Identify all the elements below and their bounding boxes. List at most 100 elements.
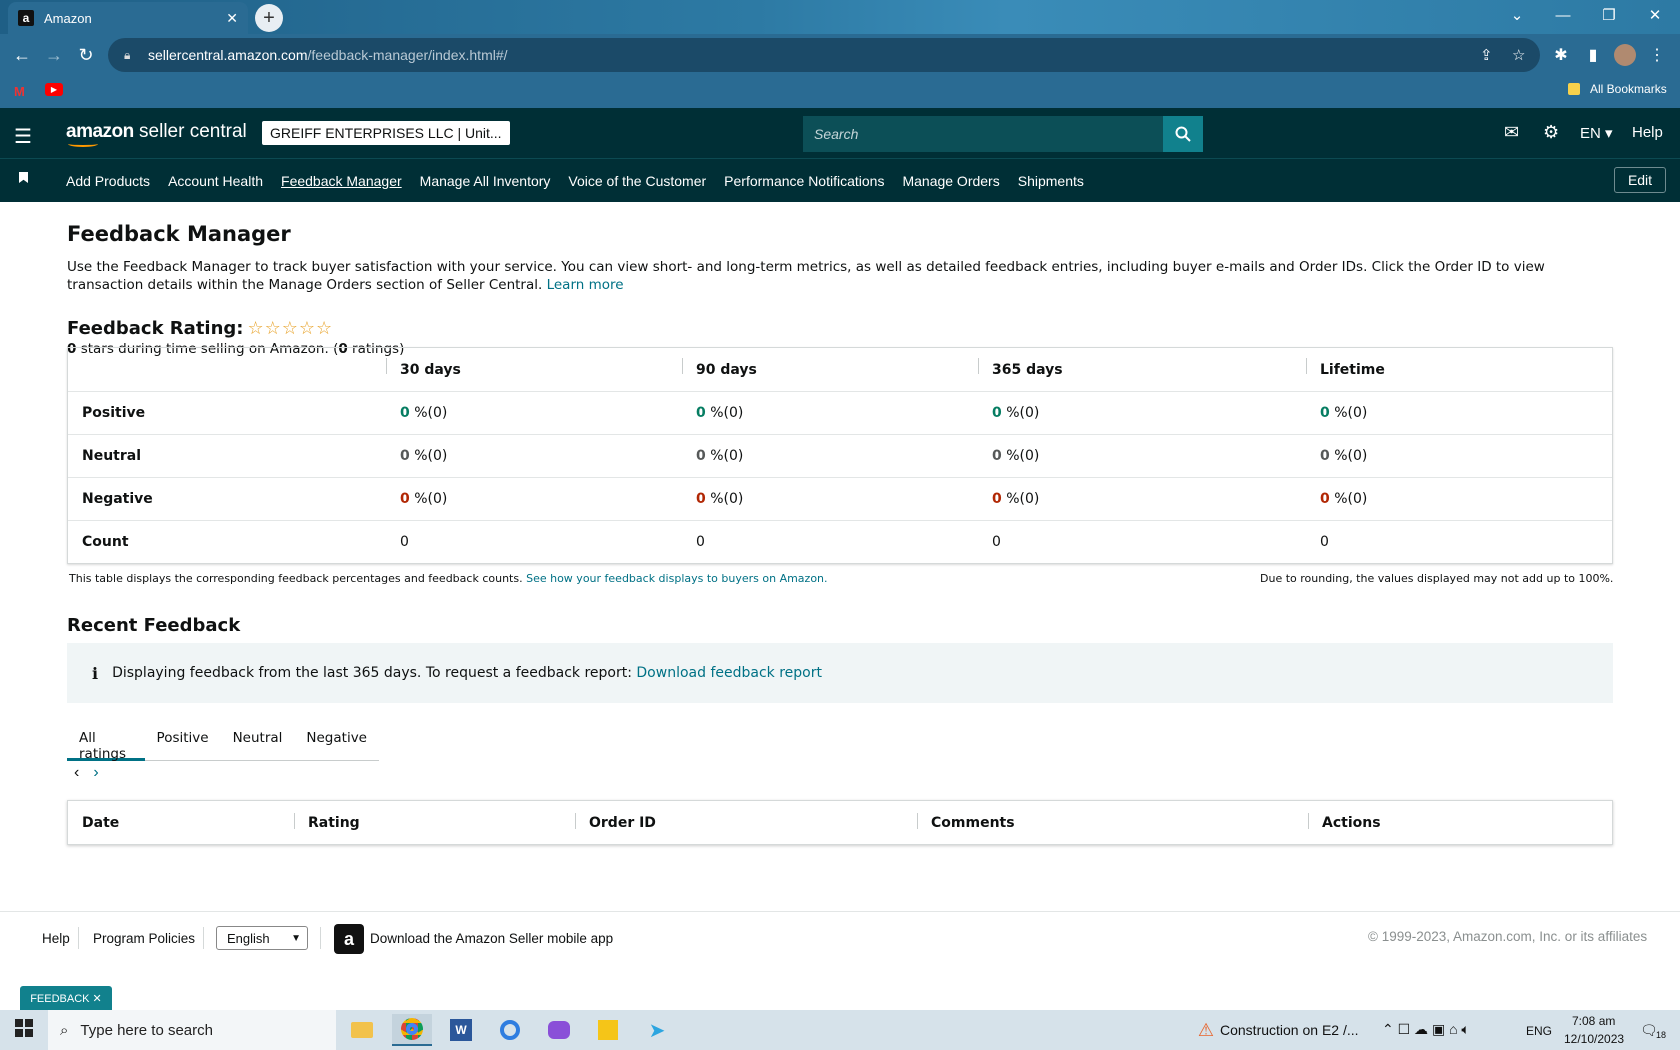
- cell: 0 %(0): [400, 405, 448, 421]
- footer-divider: [78, 927, 79, 949]
- forward-icon[interactable]: →: [40, 42, 68, 68]
- search-button[interactable]: [1163, 116, 1203, 152]
- reload-icon[interactable]: ↻: [72, 42, 100, 68]
- tab-positive[interactable]: Positive: [145, 725, 221, 761]
- row-label: Neutral: [82, 448, 142, 464]
- clock-time[interactable]: 7:08 am: [1572, 1014, 1615, 1028]
- cell: 0 %(0): [400, 448, 448, 464]
- browser-menu-icon[interactable]: ⋮: [1644, 42, 1670, 68]
- language-selector[interactable]: EN ▾: [1580, 124, 1613, 142]
- nav-account-health[interactable]: Account Health: [168, 173, 263, 189]
- download-report-link[interactable]: Download feedback report: [636, 665, 822, 681]
- share-icon[interactable]: ⇪: [1480, 46, 1493, 64]
- telegram-icon[interactable]: ➤: [637, 1014, 677, 1046]
- nav-shipments[interactable]: Shipments: [1018, 173, 1084, 189]
- tab-search-icon[interactable]: ⌄: [1494, 0, 1540, 30]
- copyright: © 1999-2023, Amazon.com, Inc. or its aff…: [1368, 929, 1648, 944]
- copilot-app-icon[interactable]: [490, 1014, 530, 1046]
- file-explorer-icon[interactable]: [342, 1014, 382, 1046]
- settings-gear-icon[interactable]: ⚙: [1543, 122, 1559, 143]
- nav-voice-of-the-customer[interactable]: Voice of the Customer: [568, 173, 706, 189]
- tray-icons[interactable]: ⌃ ☐ ☁ ▣ ⌂ 🔈︎: [1382, 1021, 1470, 1038]
- back-icon[interactable]: ←: [8, 42, 36, 68]
- new-tab-button[interactable]: +: [255, 4, 283, 32]
- col-actions[interactable]: Actions: [1308, 812, 1608, 831]
- news-widget-text[interactable]: Construction on E2 /...: [1220, 1022, 1359, 1038]
- close-tab-icon[interactable]: ✕: [226, 10, 238, 27]
- col-30-days: 30 days: [386, 357, 682, 378]
- nav-add-products[interactable]: Add Products: [66, 173, 150, 189]
- minimize-icon[interactable]: —: [1540, 0, 1586, 30]
- cell: 0 %(0): [992, 491, 1040, 507]
- col-rating[interactable]: Rating: [294, 812, 575, 831]
- chat-app-icon[interactable]: [539, 1014, 579, 1046]
- profile-avatar[interactable]: [1614, 44, 1636, 66]
- table-row-count: Count 0 0 0 0: [68, 520, 1612, 563]
- nav-links: Add Products Account Health Feedback Man…: [66, 173, 1084, 189]
- clock-date[interactable]: 12/10/2023: [1564, 1032, 1624, 1046]
- word-icon[interactable]: W: [441, 1014, 481, 1046]
- nav-manage-orders[interactable]: Manage Orders: [902, 173, 999, 189]
- col-lifetime: Lifetime: [1306, 357, 1612, 378]
- logo-amazon: amazon: [66, 121, 134, 142]
- download-app-link[interactable]: Download the Amazon Seller mobile app: [370, 931, 613, 946]
- info-icon: i: [92, 663, 99, 683]
- next-page-icon[interactable]: ›: [93, 764, 98, 782]
- col-comments[interactable]: Comments: [917, 812, 1308, 831]
- footer-divider: [320, 927, 321, 949]
- side-panel-icon[interactable]: ▮: [1580, 42, 1606, 68]
- input-language[interactable]: ENG: [1526, 1024, 1552, 1038]
- prev-page-icon[interactable]: ‹: [74, 764, 79, 782]
- restore-icon[interactable]: ❐: [1586, 0, 1632, 30]
- footer-language-select[interactable]: English ▼: [216, 926, 308, 950]
- close-window-icon[interactable]: ✕: [1632, 0, 1678, 30]
- tab-negative[interactable]: Negative: [294, 725, 379, 761]
- footer-help-link[interactable]: Help: [42, 931, 70, 946]
- logo-seller-central: seller central: [133, 121, 247, 142]
- all-bookmarks[interactable]: All Bookmarks: [1568, 82, 1667, 96]
- extensions-icon[interactable]: ✱: [1548, 42, 1574, 68]
- nav-manage-all-inventory[interactable]: Manage All Inventory: [420, 173, 551, 189]
- program-policies-link[interactable]: Program Policies: [93, 931, 195, 946]
- edit-nav-button[interactable]: Edit: [1614, 167, 1666, 193]
- search-input[interactable]: Search: [803, 116, 1163, 152]
- col-365-days: 365 days: [978, 357, 1306, 378]
- learn-more-link[interactable]: Learn more: [547, 277, 624, 293]
- mail-icon[interactable]: ✉: [1504, 122, 1519, 143]
- sticky-notes-icon[interactable]: [588, 1014, 628, 1046]
- help-link[interactable]: Help: [1632, 124, 1663, 141]
- feedback-rating-label: Feedback Rating:: [67, 318, 244, 339]
- taskbar-search-placeholder: Type here to search: [80, 1021, 213, 1039]
- col-order-id[interactable]: Order ID: [575, 812, 917, 831]
- hamburger-menu-icon[interactable]: ☰: [14, 124, 32, 149]
- address-bar[interactable]: 🔒︎ sellercentral.amazon.com/feedback-man…: [108, 38, 1540, 72]
- tab-all-ratings[interactable]: All ratings: [67, 725, 145, 762]
- url-path: /feedback-manager/index.html#/: [307, 47, 508, 63]
- main-content: Feedback Manager Use the Feedback Manage…: [67, 222, 1613, 357]
- table-row-neutral: Neutral 0 %(0) 0 %(0) 0 %(0) 0 %(0): [68, 434, 1612, 477]
- page-intro: Use the Feedback Manager to track buyer …: [67, 258, 1613, 294]
- col-date[interactable]: Date: [68, 815, 294, 831]
- chrome-icon[interactable]: [392, 1014, 432, 1046]
- youtube-bookmark-icon[interactable]: ▶: [45, 83, 63, 96]
- browser-tab[interactable]: a Amazon ✕: [8, 2, 248, 34]
- feedback-tag-button[interactable]: FEEDBACK ✕: [20, 986, 112, 1010]
- cell: 0: [992, 534, 1001, 550]
- bookmark-star-icon[interactable]: ☆: [1512, 46, 1525, 64]
- rating-stars-icon: ☆☆☆☆☆: [247, 318, 334, 339]
- seller-central-logo[interactable]: amazon seller central: [66, 121, 247, 147]
- table-header-row: 30 days 90 days 365 days Lifetime: [68, 348, 1612, 391]
- feedback-display-link[interactable]: See how your feedback displays to buyers…: [526, 572, 827, 585]
- tab-neutral[interactable]: Neutral: [221, 725, 295, 761]
- amazon-app-icon[interactable]: a: [334, 924, 364, 954]
- windows-start-icon[interactable]: [4, 1012, 44, 1044]
- taskbar-search-input[interactable]: ⌕ Type here to search: [48, 1010, 336, 1050]
- account-switcher[interactable]: GREIFF ENTERPRISES LLC | Unit...: [262, 121, 510, 145]
- tab-title: Amazon: [44, 10, 92, 26]
- address-row: ← → ↻ 🔒︎ sellercentral.amazon.com/feedba…: [0, 34, 1680, 76]
- nav-performance-notifications[interactable]: Performance Notifications: [724, 173, 884, 189]
- nav-feedback-manager[interactable]: Feedback Manager: [281, 173, 402, 189]
- gmail-bookmark-icon[interactable]: M: [14, 84, 25, 99]
- amazon-smile-icon: [68, 141, 98, 147]
- table-row-negative: Negative 0 %(0) 0 %(0) 0 %(0) 0 %(0): [68, 477, 1612, 520]
